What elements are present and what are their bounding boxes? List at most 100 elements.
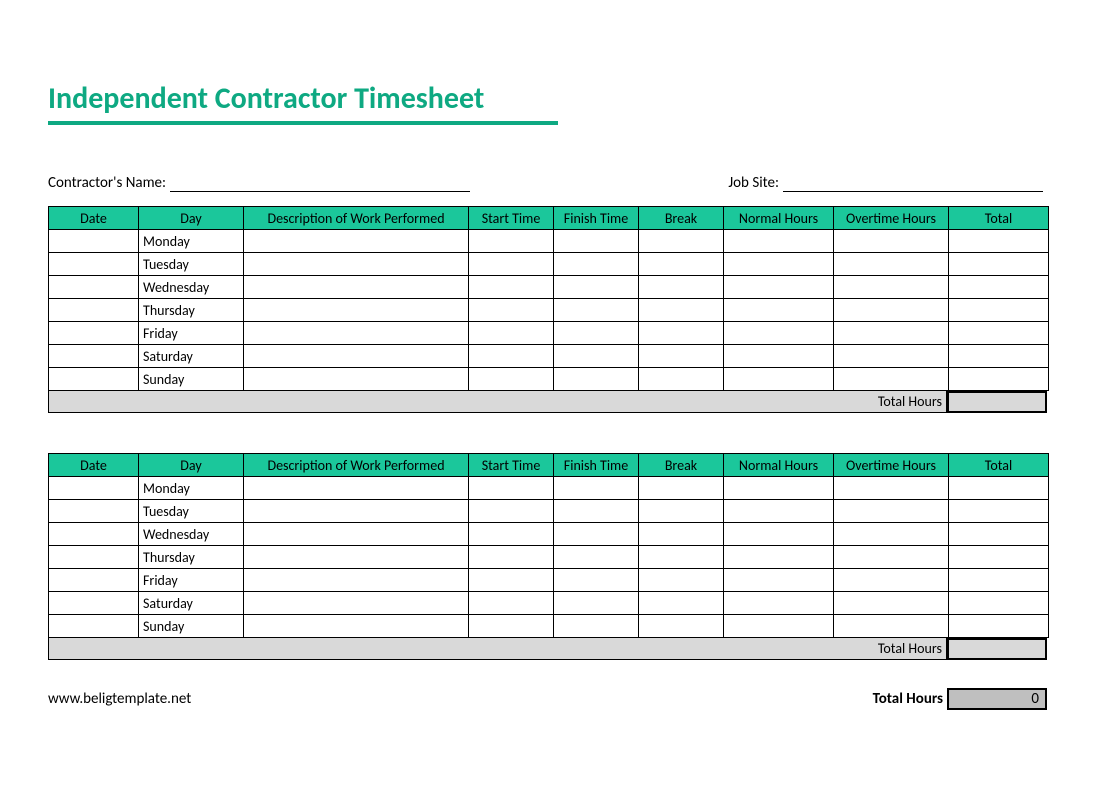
cell-desc[interactable]: [244, 546, 469, 569]
cell-break[interactable]: [639, 592, 724, 615]
cell-desc[interactable]: [244, 500, 469, 523]
cell-desc[interactable]: [244, 345, 469, 368]
cell-desc[interactable]: [244, 253, 469, 276]
cell-desc[interactable]: [244, 230, 469, 253]
cell-date[interactable]: [49, 592, 139, 615]
cell-date[interactable]: [49, 276, 139, 299]
cell-break[interactable]: [639, 230, 724, 253]
cell-day[interactable]: Tuesday: [139, 253, 244, 276]
cell-date[interactable]: [49, 546, 139, 569]
cell-start[interactable]: [469, 368, 554, 391]
cell-finish[interactable]: [554, 523, 639, 546]
cell-normal[interactable]: [724, 368, 834, 391]
cell-ot[interactable]: [834, 615, 949, 638]
cell-date[interactable]: [49, 253, 139, 276]
cell-start[interactable]: [469, 276, 554, 299]
cell-start[interactable]: [469, 253, 554, 276]
cell-date[interactable]: [49, 345, 139, 368]
cell-finish[interactable]: [554, 477, 639, 500]
cell-day[interactable]: Saturday: [139, 592, 244, 615]
cell-total[interactable]: [949, 592, 1049, 615]
cell-break[interactable]: [639, 500, 724, 523]
cell-normal[interactable]: [724, 276, 834, 299]
cell-date[interactable]: [49, 569, 139, 592]
week-2-total-value[interactable]: [947, 638, 1047, 660]
cell-total[interactable]: [949, 569, 1049, 592]
cell-ot[interactable]: [834, 253, 949, 276]
cell-break[interactable]: [639, 276, 724, 299]
cell-finish[interactable]: [554, 322, 639, 345]
cell-finish[interactable]: [554, 500, 639, 523]
cell-ot[interactable]: [834, 546, 949, 569]
cell-start[interactable]: [469, 230, 554, 253]
cell-normal[interactable]: [724, 546, 834, 569]
cell-desc[interactable]: [244, 368, 469, 391]
cell-finish[interactable]: [554, 569, 639, 592]
cell-normal[interactable]: [724, 299, 834, 322]
cell-normal[interactable]: [724, 523, 834, 546]
cell-break[interactable]: [639, 322, 724, 345]
cell-ot[interactable]: [834, 569, 949, 592]
cell-ot[interactable]: [834, 230, 949, 253]
cell-break[interactable]: [639, 253, 724, 276]
cell-break[interactable]: [639, 345, 724, 368]
cell-finish[interactable]: [554, 546, 639, 569]
cell-ot[interactable]: [834, 523, 949, 546]
cell-finish[interactable]: [554, 299, 639, 322]
cell-ot[interactable]: [834, 368, 949, 391]
cell-date[interactable]: [49, 322, 139, 345]
cell-date[interactable]: [49, 368, 139, 391]
cell-normal[interactable]: [724, 322, 834, 345]
cell-total[interactable]: [949, 253, 1049, 276]
cell-normal[interactable]: [724, 569, 834, 592]
cell-break[interactable]: [639, 546, 724, 569]
cell-start[interactable]: [469, 500, 554, 523]
cell-break[interactable]: [639, 368, 724, 391]
cell-date[interactable]: [49, 500, 139, 523]
cell-start[interactable]: [469, 299, 554, 322]
cell-finish[interactable]: [554, 615, 639, 638]
cell-day[interactable]: Sunday: [139, 615, 244, 638]
cell-day[interactable]: Sunday: [139, 368, 244, 391]
cell-total[interactable]: [949, 477, 1049, 500]
cell-normal[interactable]: [724, 592, 834, 615]
cell-total[interactable]: [949, 299, 1049, 322]
cell-ot[interactable]: [834, 345, 949, 368]
cell-break[interactable]: [639, 615, 724, 638]
cell-date[interactable]: [49, 477, 139, 500]
cell-normal[interactable]: [724, 500, 834, 523]
cell-ot[interactable]: [834, 322, 949, 345]
contractor-input-line[interactable]: [170, 173, 470, 192]
cell-start[interactable]: [469, 322, 554, 345]
cell-total[interactable]: [949, 546, 1049, 569]
cell-finish[interactable]: [554, 276, 639, 299]
cell-total[interactable]: [949, 230, 1049, 253]
cell-total[interactable]: [949, 523, 1049, 546]
cell-day[interactable]: Friday: [139, 322, 244, 345]
cell-desc[interactable]: [244, 299, 469, 322]
cell-date[interactable]: [49, 615, 139, 638]
cell-normal[interactable]: [724, 345, 834, 368]
cell-start[interactable]: [469, 569, 554, 592]
cell-day[interactable]: Tuesday: [139, 500, 244, 523]
cell-ot[interactable]: [834, 299, 949, 322]
cell-day[interactable]: Thursday: [139, 299, 244, 322]
cell-desc[interactable]: [244, 615, 469, 638]
cell-total[interactable]: [949, 500, 1049, 523]
cell-ot[interactable]: [834, 477, 949, 500]
grand-total-value[interactable]: 0: [947, 688, 1047, 710]
cell-date[interactable]: [49, 523, 139, 546]
cell-total[interactable]: [949, 276, 1049, 299]
cell-normal[interactable]: [724, 230, 834, 253]
cell-ot[interactable]: [834, 276, 949, 299]
cell-desc[interactable]: [244, 276, 469, 299]
cell-break[interactable]: [639, 569, 724, 592]
cell-day[interactable]: Wednesday: [139, 523, 244, 546]
cell-normal[interactable]: [724, 615, 834, 638]
cell-desc[interactable]: [244, 569, 469, 592]
cell-desc[interactable]: [244, 523, 469, 546]
cell-finish[interactable]: [554, 592, 639, 615]
cell-day[interactable]: Saturday: [139, 345, 244, 368]
cell-day[interactable]: Friday: [139, 569, 244, 592]
cell-start[interactable]: [469, 345, 554, 368]
